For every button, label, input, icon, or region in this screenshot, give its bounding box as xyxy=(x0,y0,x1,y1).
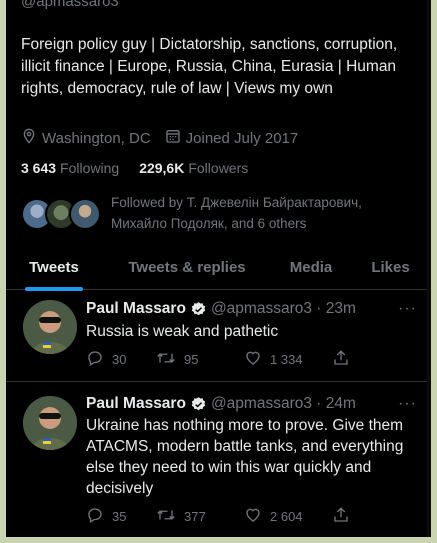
followed-by[interactable]: Followed by Т. Джевелін Байрактарович, М… xyxy=(21,192,401,238)
mutual-followers-avatars xyxy=(21,198,103,238)
profile-meta: Washington, DC Joined July 2017 xyxy=(21,128,312,148)
scrollbar[interactable] xyxy=(427,0,431,537)
like-count: 1 334 xyxy=(270,352,303,367)
share-button[interactable] xyxy=(332,506,358,527)
author-handle-time: @apmassaro3 · 23m xyxy=(210,300,356,317)
reply-count: 30 xyxy=(112,352,127,367)
avatar xyxy=(69,198,101,230)
share-icon xyxy=(332,349,358,370)
tweet-text: Ukraine has nothing more to prove. Give … xyxy=(86,417,404,497)
followed-by-text: Followed by Т. Джевелін Байрактарович, М… xyxy=(111,195,362,231)
author-handle-time: @apmassaro3 · 24m xyxy=(210,395,356,412)
location-pin-icon xyxy=(21,128,42,148)
reply-icon xyxy=(86,349,112,370)
tab-label: Tweets & replies xyxy=(128,258,246,276)
tweet[interactable]: Paul Massaro @apmassaro3 · 23m ··· Russi… xyxy=(6,290,431,382)
reply-count: 35 xyxy=(112,509,127,524)
tweet-actions: 35 377 2 604 xyxy=(86,506,366,527)
retweet-count: 95 xyxy=(184,352,199,367)
tab-media[interactable]: Media xyxy=(272,244,350,290)
tab-tweets[interactable]: Tweets xyxy=(6,244,102,291)
retweet-button[interactable]: 377 xyxy=(156,506,244,527)
tweet-header: Paul Massaro @apmassaro3 · 24m xyxy=(86,395,356,413)
join-date: Joined July 2017 xyxy=(165,128,299,148)
followers-count: 229,6K xyxy=(139,160,185,176)
more-icon[interactable]: ··· xyxy=(398,300,417,318)
following-label: Following xyxy=(60,160,120,176)
tab-label: Likes xyxy=(371,258,410,276)
reply-button[interactable]: 30 xyxy=(86,349,156,370)
location: Washington, DC xyxy=(21,128,151,148)
tweet[interactable]: Paul Massaro @apmassaro3 · 24m ··· Ukrai… xyxy=(6,382,431,537)
author-name[interactable]: Paul Massaro xyxy=(86,300,186,318)
following-link[interactable]: 3 643 Following xyxy=(21,160,119,176)
tab-likes[interactable]: Likes xyxy=(350,244,431,290)
verified-badge-icon xyxy=(190,396,207,413)
tab-label: Media xyxy=(289,258,333,276)
join-date-label: Joined July 2017 xyxy=(185,129,299,147)
tweet-header: Paul Massaro @apmassaro3 · 23m xyxy=(86,300,356,318)
retweet-count: 377 xyxy=(184,509,206,524)
tab-label: Tweets xyxy=(29,258,79,276)
profile-handle: @apmassaro3 xyxy=(21,0,119,10)
share-icon xyxy=(332,506,358,527)
avatar[interactable] xyxy=(23,300,77,354)
retweet-icon xyxy=(156,349,184,370)
reply-icon xyxy=(86,506,112,527)
follow-stats: 3 643 Following 229,6K Followers xyxy=(21,160,268,176)
more-icon[interactable]: ··· xyxy=(398,395,417,413)
following-count: 3 643 xyxy=(21,160,57,176)
retweet-icon xyxy=(156,506,184,527)
followers-link[interactable]: 229,6K Followers xyxy=(139,160,248,176)
avatar[interactable] xyxy=(23,396,77,450)
calendar-icon xyxy=(165,128,186,148)
tweet-text: Russia is weak and pathetic xyxy=(86,323,279,340)
heart-icon xyxy=(244,506,270,527)
like-count: 2 604 xyxy=(270,509,303,524)
followers-label: Followers xyxy=(188,160,249,176)
location-label: Washington, DC xyxy=(42,129,151,147)
author-name[interactable]: Paul Massaro xyxy=(86,395,186,413)
tweet-actions: 30 95 1 334 xyxy=(86,349,366,370)
profile-screen: @apmassaro3 Foreign policy guy | Dictato… xyxy=(6,0,431,537)
reply-button[interactable]: 35 xyxy=(86,506,156,527)
profile-bio: Foreign policy guy | Dictatorship, sanct… xyxy=(21,36,398,97)
like-button[interactable]: 1 334 xyxy=(244,349,332,370)
tab-tweets-and-replies[interactable]: Tweets & replies xyxy=(102,244,272,290)
retweet-button[interactable]: 95 xyxy=(156,349,244,370)
like-button[interactable]: 2 604 xyxy=(244,506,332,527)
share-button[interactable] xyxy=(332,349,358,370)
heart-icon xyxy=(244,349,270,370)
profile-tabs: Tweets Tweets & replies Media Likes xyxy=(6,244,431,291)
verified-badge-icon xyxy=(190,301,207,318)
